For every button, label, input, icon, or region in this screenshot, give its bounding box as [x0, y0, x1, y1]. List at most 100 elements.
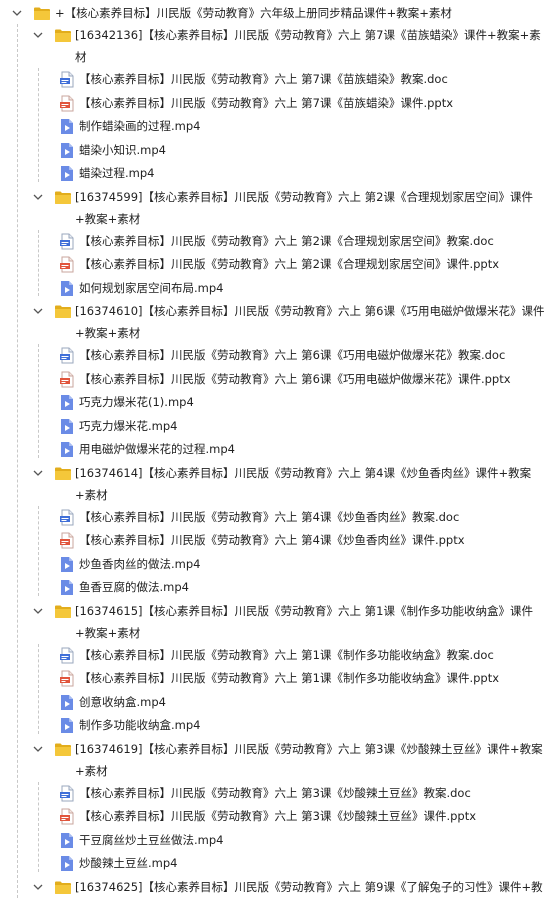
- chevron-down-icon[interactable]: [32, 605, 46, 619]
- folder-label-line: [16374610]【核心素养目标】川民版《劳动教育》六上 第6课《巧用电磁炉做…: [75, 304, 545, 318]
- file-name: 炒鱼香肉丝的做法.mp4: [79, 556, 201, 571]
- folder-icon: [54, 880, 72, 896]
- folder-label-line: [16374599]【核心素养目标】川民版《劳动教育》六上 第2课《合理规划家居…: [75, 189, 533, 204]
- tree-folder[interactable]: [16374619]【核心素养目标】川民版《劳动教育》六上 第3课《炒酸辣土豆丝…: [0, 738, 554, 782]
- file-name: 鱼香豆腐的做法.mp4: [79, 580, 189, 594]
- file-name: 【核心素养目标】川民版《劳动教育》六上 第6课《巧用电磁炉做爆米花》教案.doc: [79, 348, 506, 362]
- file-name: 如何规划家居空间布局.mp4: [79, 280, 224, 295]
- file-name: 【核心素养目标】川民版《劳动教育》六上 第3课《炒酸辣土豆丝》课件.pptx: [79, 809, 477, 823]
- file-name: 蜡染过程.mp4: [79, 166, 155, 180]
- tree-folder[interactable]: [16374610]【核心素养目标】川民版《劳动教育》六上 第6课《巧用电磁炉做…: [0, 300, 554, 344]
- folder-label: [16374625]【核心素养目标】川民版《劳动教育》六上 第9课《了解兔子的习…: [75, 876, 549, 898]
- doc-file-icon: [59, 233, 77, 249]
- folder-label: [16342136]【核心素养目标】川民版《劳动教育》六上 第7课《苗族蜡染》课…: [75, 24, 549, 68]
- video-file-icon: [59, 441, 77, 457]
- tree-file[interactable]: 巧克力爆米花(1).mp4: [0, 391, 554, 414]
- folder-label: +【核心素养目标】川民版《劳动教育》六年级上册同步精品课件+教案+素材: [55, 6, 452, 20]
- folder-label: [16374614]【核心素养目标】川民版《劳动教育》六上 第4课《炒鱼香肉丝》…: [75, 462, 549, 506]
- tree-file[interactable]: 【核心素养目标】川民版《劳动教育》六上 第3课《炒酸辣土豆丝》课件.pptx: [0, 805, 554, 828]
- tree-guide-line: [38, 643, 39, 734]
- chevron-down-icon[interactable]: [32, 29, 46, 43]
- tree-file[interactable]: 【核心素养目标】川民版《劳动教育》六上 第4课《炒鱼香肉丝》教案.doc: [0, 506, 554, 529]
- file-name: 用电磁炉做爆米花的过程.mp4: [79, 442, 235, 456]
- chevron-down-icon[interactable]: [32, 881, 46, 895]
- tree-file[interactable]: 蜡染小知识.mp4: [0, 139, 554, 162]
- tree-guide-line: [38, 344, 39, 458]
- ppt-file-icon: [59, 808, 77, 825]
- file-name: 炒酸辣土豆丝.mp4: [79, 856, 178, 870]
- chevron-down-icon[interactable]: [32, 743, 46, 757]
- folder-label-line: +素材: [75, 487, 108, 502]
- tree-guide-line: [38, 505, 39, 596]
- tree-file[interactable]: 【核心素养目标】川民版《劳动教育》六上 第1课《制作多功能收纳盒》教案.doc: [0, 644, 554, 667]
- chevron-down-icon[interactable]: [32, 467, 46, 481]
- tree-folder[interactable]: [16342136]【核心素养目标】川民版《劳动教育》六上 第7课《苗族蜡染》课…: [0, 24, 554, 68]
- folder-label: [16374615]【核心素养目标】川民版《劳动教育》六上 第1课《制作多功能收…: [75, 600, 549, 644]
- tree-file[interactable]: 鱼香豆腐的做法.mp4: [0, 576, 554, 599]
- folder-label-line: +教案+素材: [75, 625, 141, 640]
- folder-label-line: [16342136]【核心素养目标】川民版《劳动教育》六上 第7课《苗族蜡染》课…: [75, 28, 541, 42]
- doc-file-icon: [59, 347, 77, 364]
- folder-label-line: [16374619]【核心素养目标】川民版《劳动教育》六上 第3课《炒酸辣土豆丝…: [75, 741, 543, 756]
- file-name: 【核心素养目标】川民版《劳动教育》六上 第3课《炒酸辣土豆丝》教案.doc: [79, 785, 471, 800]
- tree-file[interactable]: 制作多功能收纳盒.mp4: [0, 714, 554, 737]
- tree-file[interactable]: 用电磁炉做爆米花的过程.mp4: [0, 438, 554, 461]
- file-name: 【核心素养目标】川民版《劳动教育》六上 第2课《合理规划家居空间》课件.pptx: [79, 257, 500, 271]
- tree-file[interactable]: 炒鱼香肉丝的做法.mp4: [0, 553, 554, 576]
- tree-file[interactable]: 【核心素养目标】川民版《劳动教育》六上 第6课《巧用电磁炉做爆米花》课件.ppt…: [0, 368, 554, 391]
- video-file-icon: [59, 717, 77, 733]
- tree-file[interactable]: 【核心素养目标】川民版《劳动教育》六上 第2课《合理规划家居空间》教案.doc: [0, 230, 554, 253]
- doc-file-icon: [59, 647, 77, 663]
- tree-file[interactable]: 【核心素养目标】川民版《劳动教育》六上 第3课《炒酸辣土豆丝》教案.doc: [0, 782, 554, 805]
- chevron-down-icon[interactable]: [32, 191, 46, 205]
- tree-file[interactable]: 【核心素养目标】川民版《劳动教育》六上 第6课《巧用电磁炉做爆米花》教案.doc: [0, 344, 554, 367]
- tree-folder[interactable]: [16374615]【核心素养目标】川民版《劳动教育》六上 第1课《制作多功能收…: [0, 600, 554, 644]
- folder-label: [16374599]【核心素养目标】川民版《劳动教育》六上 第2课《合理规划家居…: [75, 186, 549, 230]
- tree-guide-line: [17, 24, 18, 898]
- tree-guide-line: [38, 68, 39, 182]
- ppt-file-icon: [59, 95, 77, 111]
- folder-icon: [54, 604, 72, 620]
- file-name: 【核心素养目标】川民版《劳动教育》六上 第1课《制作多功能收纳盒》教案.doc: [79, 647, 494, 662]
- tree-file[interactable]: 创意收纳盒.mp4: [0, 691, 554, 714]
- tree-file[interactable]: 制作蜡染画的过程.mp4: [0, 115, 554, 138]
- tree-folder[interactable]: [16374599]【核心素养目标】川民版《劳动教育》六上 第2课《合理规划家居…: [0, 186, 554, 230]
- tree-file[interactable]: 如何规划家居空间布局.mp4: [0, 277, 554, 300]
- video-file-icon: [59, 142, 77, 158]
- file-name: 【核心素养目标】川民版《劳动教育》六上 第4课《炒鱼香肉丝》教案.doc: [79, 509, 460, 524]
- tree-file[interactable]: 【核心素养目标】川民版《劳动教育》六上 第1课《制作多功能收纳盒》课件.pptx: [0, 667, 554, 690]
- folder-label-line: [16374615]【核心素养目标】川民版《劳动教育》六上 第1课《制作多功能收…: [75, 603, 533, 618]
- folder-icon: [54, 190, 72, 206]
- video-file-icon: [59, 579, 77, 595]
- tree-folder[interactable]: [16374614]【核心素养目标】川民版《劳动教育》六上 第4课《炒鱼香肉丝》…: [0, 462, 554, 506]
- tree-file[interactable]: 【核心素养目标】川民版《劳动教育》六上 第7课《苗族蜡染》教案.doc: [0, 68, 554, 91]
- video-file-icon: [59, 165, 77, 181]
- tree-file[interactable]: 干豆腐丝炒土豆丝做法.mp4: [0, 829, 554, 852]
- tree-file[interactable]: 巧克力爆米花.mp4: [0, 415, 554, 438]
- folder-label: [16374619]【核心素养目标】川民版《劳动教育》六上 第3课《炒酸辣土豆丝…: [75, 738, 549, 782]
- tree-root-folder[interactable]: +【核心素养目标】川民版《劳动教育》六年级上册同步精品课件+教案+素材: [0, 2, 554, 24]
- tree-file[interactable]: 炒酸辣土豆丝.mp4: [0, 852, 554, 875]
- tree-guide-line: [38, 229, 39, 296]
- folder-label-line: +素材: [75, 763, 108, 778]
- chevron-down-icon[interactable]: [11, 7, 25, 21]
- tree-file[interactable]: 蜡染过程.mp4: [0, 162, 554, 185]
- folder-icon: [54, 28, 72, 44]
- chevron-down-icon[interactable]: [32, 305, 46, 319]
- tree-folder[interactable]: [16374625]【核心素养目标】川民版《劳动教育》六上 第9课《了解兔子的习…: [0, 876, 554, 898]
- folder-label-line: [16374625]【核心素养目标】川民版《劳动教育》六上 第9课《了解兔子的习…: [75, 879, 543, 894]
- file-name: 干豆腐丝炒土豆丝做法.mp4: [79, 832, 224, 847]
- ppt-file-icon: [59, 670, 77, 687]
- file-tree: +【核心素养目标】川民版《劳动教育》六年级上册同步精品课件+教案+素材 [1634…: [0, 0, 554, 911]
- file-name: 【核心素养目标】川民版《劳动教育》六上 第1课《制作多功能收纳盒》课件.pptx: [79, 671, 500, 685]
- tree-file[interactable]: 【核心素养目标】川民版《劳动教育》六上 第7课《苗族蜡染》课件.pptx: [0, 92, 554, 115]
- file-name: 创意收纳盒.mp4: [79, 694, 166, 709]
- file-name: 【核心素养目标】川民版《劳动教育》六上 第2课《合理规划家居空间》教案.doc: [79, 233, 494, 248]
- tree-file[interactable]: 【核心素养目标】川民版《劳动教育》六上 第4课《炒鱼香肉丝》课件.pptx: [0, 529, 554, 552]
- folder-icon: [54, 742, 72, 758]
- folder-icon: [33, 6, 51, 22]
- doc-file-icon: [59, 785, 77, 801]
- doc-file-icon: [59, 509, 77, 525]
- file-name: 巧克力爆米花(1).mp4: [79, 395, 194, 409]
- tree-file[interactable]: 【核心素养目标】川民版《劳动教育》六上 第2课《合理规划家居空间》课件.pptx: [0, 253, 554, 276]
